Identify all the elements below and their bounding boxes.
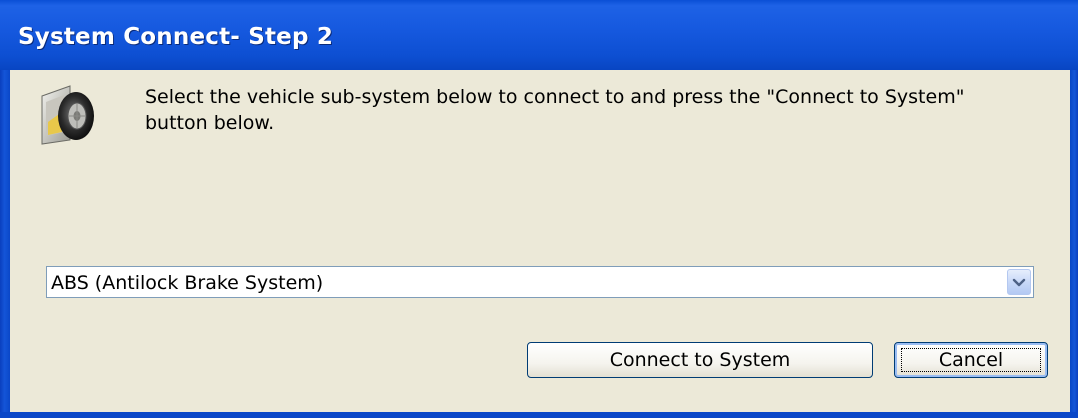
dialog-window: System Connect- Step 2 Select the vehicl… xyxy=(0,0,1078,418)
instruction-text: Select the vehicle sub-system below to c… xyxy=(145,86,965,134)
window-frame-right xyxy=(1070,70,1078,418)
window-title: System Connect- Step 2 xyxy=(18,24,334,50)
subsystem-selected-value: ABS (Antilock Brake System) xyxy=(51,272,324,294)
subsystem-dropdown[interactable]: ABS (Antilock Brake System) xyxy=(46,266,1034,298)
dialog-content: Select the vehicle sub-system below to c… xyxy=(10,70,1070,412)
connect-button-label: Connect to System xyxy=(609,349,791,371)
title-bar[interactable]: System Connect- Step 2 xyxy=(0,0,1078,70)
window-frame-bottom xyxy=(0,412,1078,418)
cancel-button-label: Cancel xyxy=(938,349,1004,371)
wheel-icon xyxy=(40,82,96,148)
connect-to-system-button[interactable]: Connect to System xyxy=(527,342,873,378)
chevron-down-icon xyxy=(1012,278,1026,287)
cancel-button[interactable]: Cancel xyxy=(894,342,1048,378)
window-frame-left xyxy=(0,70,10,418)
dropdown-arrow-button[interactable] xyxy=(1007,269,1031,295)
